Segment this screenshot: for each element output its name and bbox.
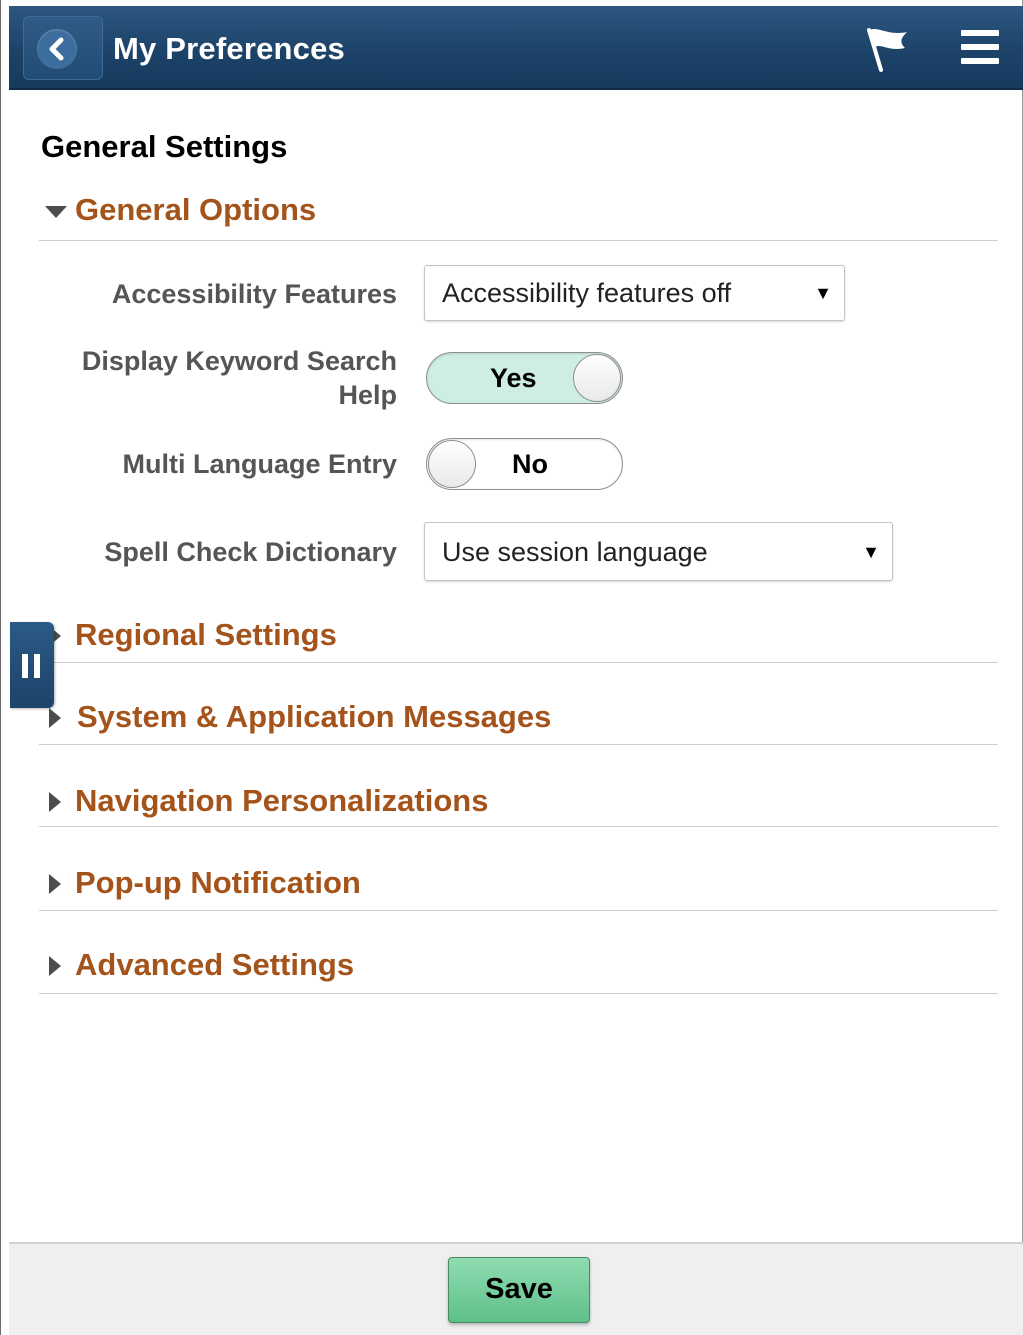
group-label: Regional Settings bbox=[75, 617, 337, 652]
multi-language-entry-toggle[interactable]: No bbox=[426, 438, 623, 490]
toggle-value: No bbox=[512, 449, 548, 479]
menu-bar bbox=[961, 30, 999, 36]
page-title: My Preferences bbox=[113, 31, 345, 66]
keyword-search-help-label: Display Keyword Search Help bbox=[82, 344, 397, 412]
menu-bar bbox=[961, 44, 999, 50]
triangle-right-icon bbox=[49, 956, 61, 976]
select-value: Accessibility features off bbox=[442, 278, 732, 308]
app-frame: My Preferences General Settings General … bbox=[0, 0, 1023, 1335]
group-advanced-settings[interactable]: Advanced Settings bbox=[39, 947, 998, 994]
triangle-right-icon bbox=[49, 708, 61, 728]
triangle-right-icon bbox=[49, 874, 61, 894]
dropdown-arrow-icon: ▼ bbox=[862, 542, 880, 562]
spell-check-dictionary-label: Spell Check Dictionary bbox=[104, 537, 397, 567]
select-value: Use session language bbox=[442, 537, 708, 567]
group-label: Pop-up Notification bbox=[75, 865, 361, 900]
back-button[interactable] bbox=[23, 16, 103, 80]
keyword-search-help-toggle[interactable]: Yes bbox=[426, 352, 623, 404]
footer-bar: Save bbox=[9, 1242, 1023, 1335]
hamburger-menu-icon[interactable] bbox=[955, 24, 1003, 72]
pause-tab[interactable] bbox=[10, 622, 54, 708]
flag-button[interactable] bbox=[861, 22, 913, 74]
group-navigation-personalizations[interactable]: Navigation Personalizations bbox=[39, 783, 998, 827]
toggle-knob bbox=[428, 440, 476, 488]
group-popup-notification[interactable]: Pop-up Notification bbox=[39, 865, 998, 911]
toggle-value: Yes bbox=[490, 363, 537, 393]
group-system-application-messages[interactable]: System & Application Messages bbox=[39, 699, 998, 745]
section-title: General Settings bbox=[41, 129, 288, 164]
group-general-options[interactable]: General Options bbox=[39, 192, 998, 241]
triangle-down-icon bbox=[45, 206, 67, 218]
pause-icon-bar bbox=[22, 654, 28, 678]
flag-icon bbox=[867, 28, 907, 72]
dropdown-arrow-icon: ▼ bbox=[814, 283, 832, 303]
label-line: Help bbox=[338, 380, 397, 410]
chevron-left-icon bbox=[37, 29, 77, 69]
top-bar: My Preferences bbox=[9, 6, 1023, 90]
toggle-knob bbox=[573, 354, 621, 402]
pause-icon-bar bbox=[34, 654, 40, 678]
group-label: General Options bbox=[75, 192, 317, 227]
label-line: Display Keyword Search bbox=[81, 346, 397, 376]
group-regional-settings[interactable]: Regional Settings bbox=[39, 617, 998, 663]
accessibility-features-select[interactable]: Accessibility features off ▼ bbox=[424, 265, 845, 321]
save-button[interactable]: Save bbox=[448, 1257, 590, 1323]
spell-check-dictionary-select[interactable]: Use session language ▼ bbox=[424, 522, 893, 581]
menu-bar bbox=[961, 58, 999, 64]
multi-language-entry-label: Multi Language Entry bbox=[122, 449, 397, 479]
accessibility-features-label: Accessibility Features bbox=[111, 279, 397, 309]
triangle-right-icon bbox=[49, 792, 61, 812]
group-label: System & Application Messages bbox=[77, 699, 552, 734]
group-label: Navigation Personalizations bbox=[75, 783, 489, 818]
group-label: Advanced Settings bbox=[75, 947, 355, 982]
